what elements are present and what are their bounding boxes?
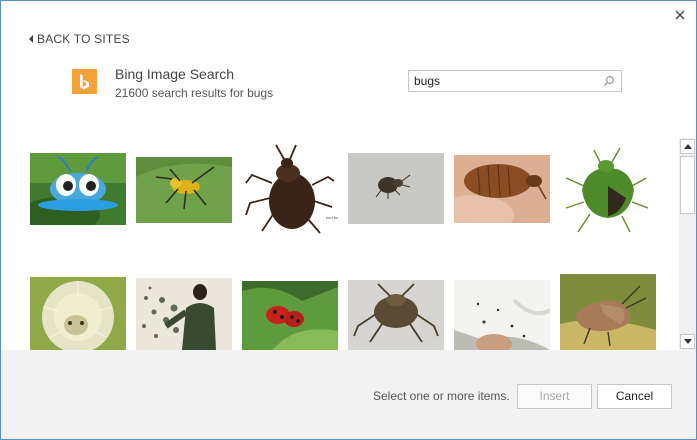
result-thumbnail[interactable] <box>242 281 338 350</box>
result-thumbnail[interactable] <box>560 146 656 238</box>
result-thumbnail[interactable] <box>30 277 126 350</box>
result-thumbnail[interactable] <box>454 280 550 350</box>
dialog-footer: Select one or more items. Insert Cancel <box>1 350 696 439</box>
bing-logo <box>72 69 97 94</box>
dialog-window: BACK TO SITES Bing Image Search 21600 se… <box>0 0 697 440</box>
result-thumbnail[interactable] <box>136 278 232 350</box>
scroll-up-button[interactable] <box>680 139 695 154</box>
close-icon <box>675 10 685 20</box>
search-input[interactable] <box>414 74 599 88</box>
search-box[interactable] <box>408 70 622 92</box>
selection-hint: Select one or more items. <box>373 389 510 403</box>
close-button[interactable] <box>672 7 688 23</box>
chevron-left-icon <box>29 35 33 43</box>
result-thumbnail[interactable]: bed bug <box>242 143 338 237</box>
result-thumbnail[interactable] <box>30 153 126 225</box>
results-count: 21600 search results for bugs <box>115 86 274 100</box>
service-title: Bing Image Search <box>115 66 235 82</box>
scroll-thumb[interactable] <box>680 156 695 214</box>
result-thumbnail[interactable] <box>348 153 444 224</box>
svg-text:bed bug: bed bug <box>326 215 338 220</box>
cancel-button[interactable]: Cancel <box>597 384 672 409</box>
result-thumbnail[interactable] <box>348 280 444 350</box>
result-thumbnail[interactable] <box>454 155 550 223</box>
insert-button[interactable]: Insert <box>517 384 592 409</box>
back-to-sites-label: BACK TO SITES <box>37 32 130 46</box>
scroll-down-button[interactable] <box>680 334 695 349</box>
back-to-sites-link[interactable]: BACK TO SITES <box>29 32 130 46</box>
result-thumbnail[interactable] <box>560 274 656 350</box>
results-scrollbar[interactable] <box>679 138 696 350</box>
result-thumbnail[interactable] <box>136 157 232 223</box>
results-grid: bed bug <box>1 131 679 350</box>
search-icon[interactable] <box>603 75 615 87</box>
